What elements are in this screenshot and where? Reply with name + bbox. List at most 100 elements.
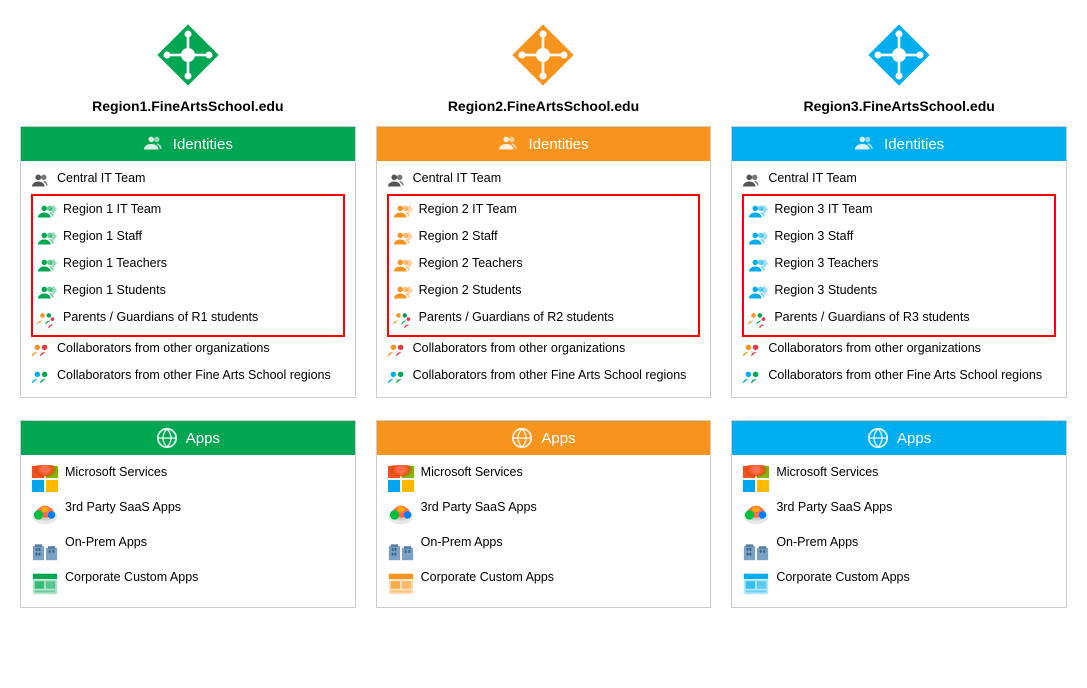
identities-label-region3: Identities <box>884 136 944 153</box>
item-icon <box>387 500 415 528</box>
list-item: Corporate Custom Apps <box>31 566 345 601</box>
list-item: Collaborators from other Fine Arts Schoo… <box>742 364 1056 391</box>
identities-label-region1: Identities <box>173 136 233 153</box>
item-text: Region 3 Teachers <box>774 255 878 271</box>
list-item: Corporate Custom Apps <box>742 566 1056 601</box>
apps-header-region1: Apps <box>21 421 355 455</box>
list-item: Microsoft Services <box>387 461 701 496</box>
list-item: Region 2 IT Team <box>393 198 695 225</box>
apps-header-region2: Apps <box>377 421 711 455</box>
item-text: Microsoft Services <box>776 464 878 480</box>
item-text: Region 2 Staff <box>419 228 498 244</box>
item-text: Region 2 Students <box>419 282 522 298</box>
item-icon <box>748 256 768 276</box>
list-item: Parents / Guardians of R2 students <box>393 306 695 333</box>
item-text: Collaborators from other Fine Arts Schoo… <box>413 367 687 383</box>
list-item: Region 3 Students <box>748 279 1050 306</box>
item-icon <box>31 535 59 563</box>
list-item: Collaborators from other organizations <box>742 337 1056 364</box>
item-icon <box>748 283 768 303</box>
item-icon <box>37 229 57 249</box>
item-icon <box>31 500 59 528</box>
column-region1: Region1.FineArtsSchool.edu Identities Ce… <box>20 20 356 608</box>
list-item: Collaborators from other Fine Arts Schoo… <box>31 364 345 391</box>
region-highlight-region3: Region 3 IT Team Region 3 Staff Region 3… <box>742 194 1056 337</box>
apps-label-region2: Apps <box>541 430 575 447</box>
item-text: Region 3 Students <box>774 282 877 298</box>
item-icon <box>393 283 413 303</box>
item-icon <box>387 171 407 191</box>
list-item: Region 2 Teachers <box>393 252 695 279</box>
item-text: On-Prem Apps <box>65 534 147 550</box>
main-grid: Region1.FineArtsSchool.edu Identities Ce… <box>20 20 1067 608</box>
list-item: Parents / Guardians of R1 students <box>37 306 339 333</box>
list-item: Region 2 Staff <box>393 225 695 252</box>
item-text: 3rd Party SaaS Apps <box>776 499 892 515</box>
item-icon <box>387 535 415 563</box>
apps-body-region2: Microsoft Services 3rd Party SaaS Apps <box>377 455 711 607</box>
list-item: Region 1 Staff <box>37 225 339 252</box>
list-item: Microsoft Services <box>31 461 345 496</box>
item-icon <box>742 570 770 598</box>
item-text: Corporate Custom Apps <box>65 569 198 585</box>
identities-header-region2: Identities <box>377 127 711 161</box>
identities-header-region1: Identities <box>21 127 355 161</box>
list-item: Parents / Guardians of R3 students <box>748 306 1050 333</box>
list-item: On-Prem Apps <box>387 531 701 566</box>
item-icon <box>37 283 57 303</box>
apps-card-region3: Apps Microsoft Services 3rd Party SaaS A… <box>731 420 1067 608</box>
apps-body-region3: Microsoft Services 3rd Party SaaS Apps <box>732 455 1066 607</box>
item-text: Region 1 IT Team <box>63 201 161 217</box>
item-text: Collaborators from other organizations <box>413 340 626 356</box>
identities-card-region1: Identities Central IT Team Region 1 IT T… <box>20 126 356 398</box>
item-icon <box>393 202 413 222</box>
region-highlight-region1: Region 1 IT Team Region 1 Staff Region 1… <box>31 194 345 337</box>
item-text: Corporate Custom Apps <box>421 569 554 585</box>
list-item: Region 1 Students <box>37 279 339 306</box>
logo-region2 <box>508 20 578 90</box>
item-text: Central IT Team <box>57 170 145 186</box>
item-icon <box>387 570 415 598</box>
list-item: Corporate Custom Apps <box>387 566 701 601</box>
identities-body-region3: Central IT Team Region 3 IT Team Region … <box>732 161 1066 397</box>
list-item: 3rd Party SaaS Apps <box>31 496 345 531</box>
item-text: Parents / Guardians of R3 students <box>774 309 969 325</box>
item-text: Parents / Guardians of R1 students <box>63 309 258 325</box>
item-icon <box>37 310 57 330</box>
item-text: Microsoft Services <box>65 464 167 480</box>
apps-label-region1: Apps <box>186 430 220 447</box>
item-text: Region 3 Staff <box>774 228 853 244</box>
list-item: Region 3 Teachers <box>748 252 1050 279</box>
item-icon <box>31 570 59 598</box>
item-icon <box>748 202 768 222</box>
item-icon <box>393 229 413 249</box>
item-text: Corporate Custom Apps <box>776 569 909 585</box>
item-icon <box>742 341 762 361</box>
identities-header-region3: Identities <box>732 127 1066 161</box>
identities-body-region2: Central IT Team Region 2 IT Team Region … <box>377 161 711 397</box>
list-item: Region 3 Staff <box>748 225 1050 252</box>
item-text: Collaborators from other organizations <box>57 340 270 356</box>
apps-label-region3: Apps <box>897 430 931 447</box>
item-icon <box>742 171 762 191</box>
item-text: 3rd Party SaaS Apps <box>421 499 537 515</box>
item-icon <box>742 465 770 493</box>
item-icon <box>742 500 770 528</box>
item-text: Region 2 Teachers <box>419 255 523 271</box>
list-item: On-Prem Apps <box>31 531 345 566</box>
domain-title-region2: Region2.FineArtsSchool.edu <box>448 98 639 114</box>
item-text: Region 1 Students <box>63 282 166 298</box>
list-item: Region 3 IT Team <box>748 198 1050 225</box>
domain-title-region1: Region1.FineArtsSchool.edu <box>92 98 283 114</box>
item-text: On-Prem Apps <box>776 534 858 550</box>
item-text: Parents / Guardians of R2 students <box>419 309 614 325</box>
item-text: Region 2 IT Team <box>419 201 517 217</box>
region-highlight-region2: Region 2 IT Team Region 2 Staff Region 2… <box>387 194 701 337</box>
item-icon <box>393 310 413 330</box>
item-icon <box>393 256 413 276</box>
list-item: Region 1 Teachers <box>37 252 339 279</box>
apps-body-region1: Microsoft Services 3rd Party SaaS Apps <box>21 455 355 607</box>
item-icon <box>37 256 57 276</box>
item-text: Microsoft Services <box>421 464 523 480</box>
item-icon <box>31 368 51 388</box>
